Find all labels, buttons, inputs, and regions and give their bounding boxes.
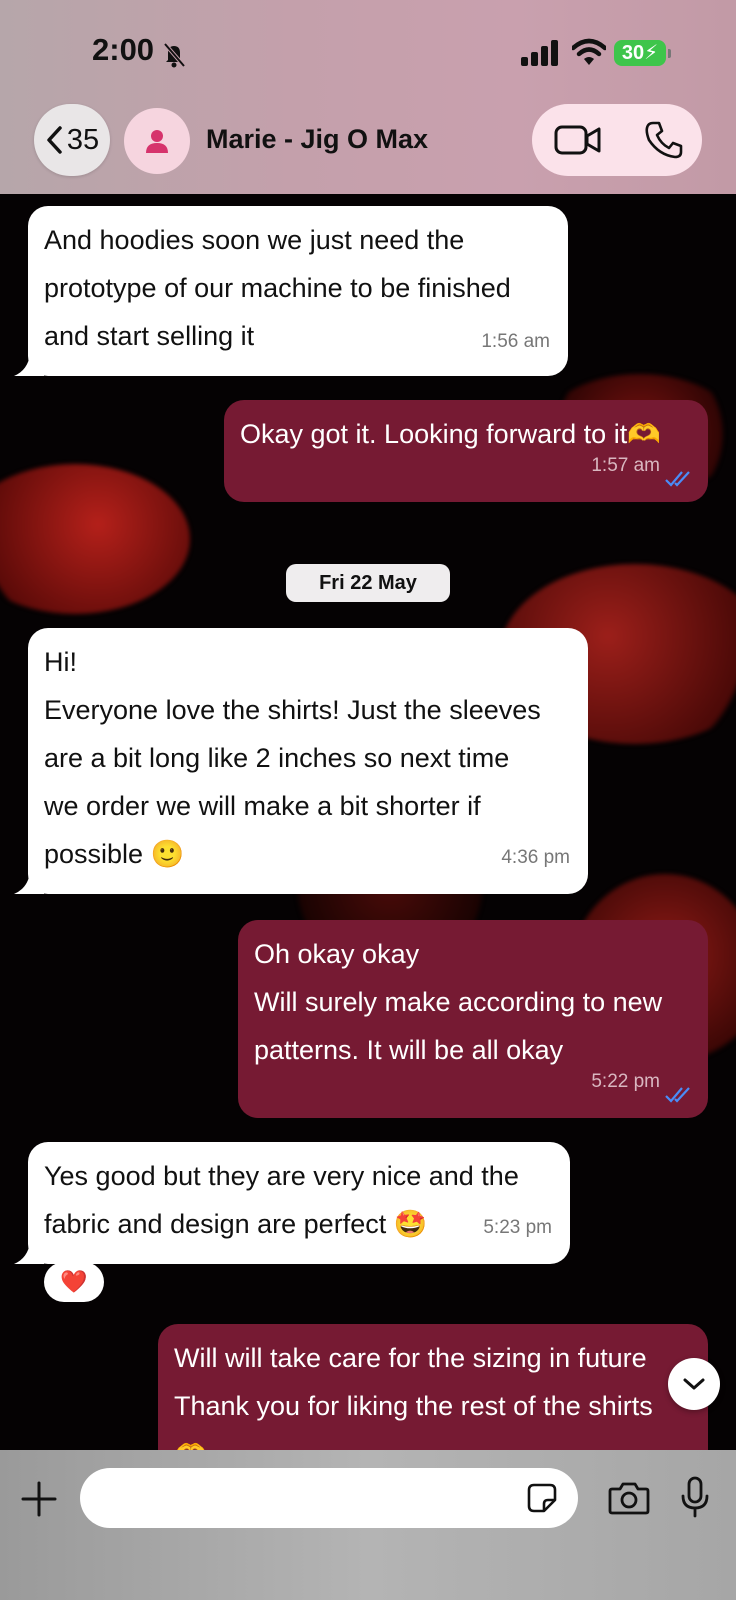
call-actions bbox=[532, 104, 702, 176]
scroll-to-bottom-button[interactable] bbox=[668, 1358, 720, 1410]
message-bubble-incoming[interactable]: And hoodies soon we just need the protot… bbox=[14, 206, 568, 376]
message-text: and start selling it bbox=[44, 321, 255, 351]
chat-header: 2:00 30⚡ 35 Marie - Jig O Max bbox=[0, 0, 736, 194]
microphone-icon[interactable] bbox=[680, 1476, 710, 1518]
bubble-tail bbox=[14, 354, 44, 376]
wifi-icon bbox=[572, 38, 606, 65]
message-bubble-outgoing[interactable]: Okay got it. Looking forward to it🫶 1:57… bbox=[224, 400, 708, 502]
composer-bar bbox=[0, 1450, 736, 1600]
message-text: Will will take care for the sizing in fu… bbox=[174, 1343, 647, 1373]
contact-name[interactable]: Marie - Jig O Max bbox=[206, 124, 428, 155]
back-button[interactable]: 35 bbox=[34, 104, 110, 176]
message-bubble-outgoing[interactable]: Oh okay okay Will surely make according … bbox=[238, 920, 708, 1118]
message-text: Thank you for liking the rest of the shi… bbox=[174, 1391, 653, 1421]
person-icon bbox=[146, 130, 168, 153]
signal-icon bbox=[521, 40, 558, 66]
message-input[interactable] bbox=[80, 1468, 578, 1528]
message-text: Everyone love the shirts! Just the sleev… bbox=[44, 695, 541, 725]
contact-avatar[interactable] bbox=[124, 108, 190, 174]
unread-count: 35 bbox=[66, 123, 100, 156]
bubble-tail bbox=[14, 872, 44, 894]
bubble-tail bbox=[14, 1242, 44, 1264]
camera-icon[interactable] bbox=[608, 1480, 650, 1516]
double-check-icon bbox=[665, 471, 690, 487]
status-time: 2:00 bbox=[92, 32, 155, 67]
battery-level: 30 bbox=[621, 42, 645, 64]
message-text: possible 🙂 bbox=[44, 839, 185, 869]
message-bubble-incoming[interactable]: Yes good but they are very nice and the … bbox=[14, 1142, 570, 1264]
message-text: 🫶 bbox=[174, 1430, 692, 1450]
message-text: And hoodies soon we just need the bbox=[44, 225, 465, 255]
message-text: prototype of our machine to be finished bbox=[44, 273, 511, 303]
message-time: 1:57 am bbox=[591, 455, 660, 476]
message-text: Will surely make according to new bbox=[254, 987, 663, 1017]
message-text: Oh okay okay bbox=[254, 939, 420, 969]
chevron-down-icon bbox=[683, 1378, 705, 1390]
message-bubble-outgoing[interactable]: Will will take care for the sizing in fu… bbox=[158, 1324, 708, 1450]
message-text: are a bit long like 2 inches so next tim… bbox=[44, 743, 510, 773]
message-text: Yes good but they are very nice and the bbox=[44, 1161, 519, 1191]
date-separator: Fri 22 May bbox=[286, 564, 450, 602]
chevron-left-icon bbox=[47, 126, 62, 154]
message-time: 5:22 pm bbox=[591, 1071, 660, 1092]
message-time: 4:36 pm bbox=[501, 847, 570, 868]
wallpaper-shape bbox=[0, 464, 190, 614]
sticker-icon[interactable] bbox=[526, 1482, 558, 1514]
phone-call-icon[interactable] bbox=[644, 120, 684, 160]
message-time: 1:56 am bbox=[481, 331, 550, 352]
message-text: we order we will make a bit shorter if bbox=[44, 791, 481, 821]
message-time: 5:23 pm bbox=[483, 1217, 552, 1238]
battery-indicator: 30⚡ bbox=[614, 40, 671, 66]
double-check-icon bbox=[665, 1087, 690, 1103]
message-text: Hi! bbox=[44, 647, 77, 677]
message-bubble-incoming[interactable]: Hi! Everyone love the shirts! Just the s… bbox=[14, 628, 588, 894]
message-text: fabric and design are perfect 🤩 bbox=[44, 1209, 428, 1239]
bell-slash-icon bbox=[163, 42, 186, 68]
video-call-icon[interactable] bbox=[554, 122, 602, 158]
plus-icon[interactable] bbox=[20, 1480, 58, 1518]
message-reaction[interactable]: ❤️ bbox=[44, 1262, 104, 1302]
